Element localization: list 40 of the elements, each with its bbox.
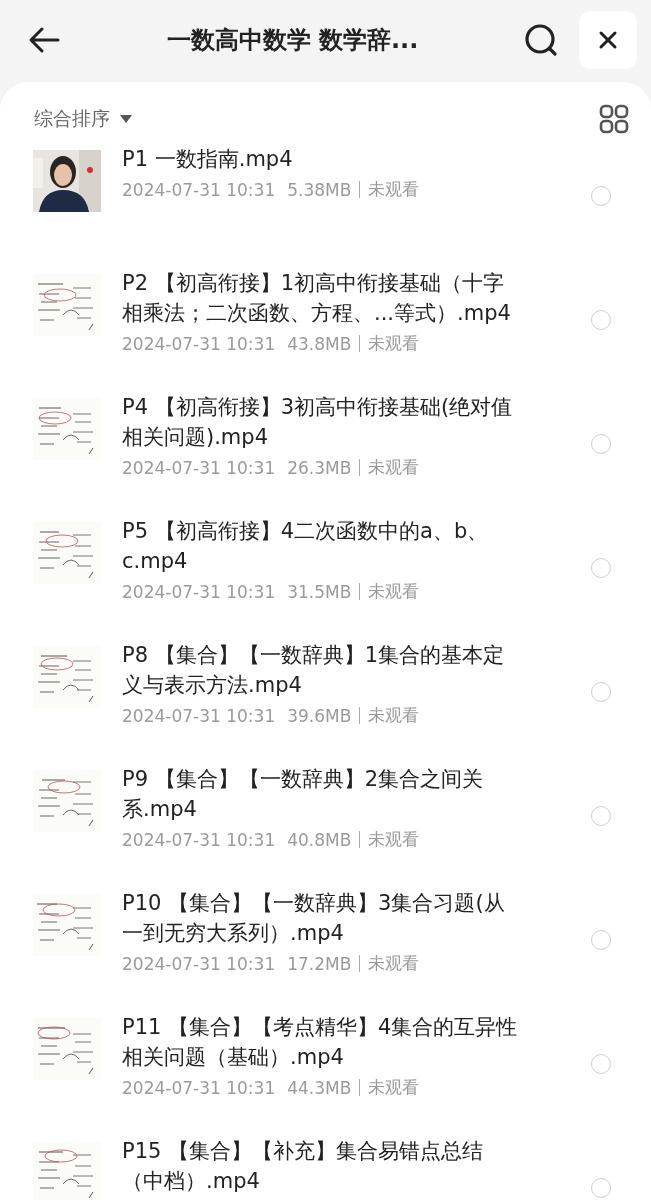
watch-status: 未观看 xyxy=(368,704,420,727)
file-date: 2024-07-31 10:31 xyxy=(122,457,276,478)
file-size: 40.8MB xyxy=(287,829,352,850)
watch-status: 未观看 xyxy=(368,828,420,851)
file-name[interactable]: P4 【初高衔接】3初高中衔接基础(绝对值相关问题).mp4 xyxy=(122,392,522,452)
file-name[interactable]: P8 【集合】【一数辞典】1集合的基本定义与表示方法.mp4 xyxy=(122,640,522,700)
caret-icon xyxy=(120,115,132,123)
file-size: 39.6MB xyxy=(287,705,352,726)
file-name[interactable]: P15 【集合】【补充】集合易错点总结（中档）.mp4 xyxy=(122,1136,522,1196)
watch-status: 未观看 xyxy=(368,952,420,975)
file-date: 2024-07-31 10:31 xyxy=(122,1077,276,1098)
file-name[interactable]: P11 【集合】【考点精华】4集合的互异性相关问题（基础）.mp4 xyxy=(122,1012,522,1072)
file-name[interactable]: P1 一数指南.mp4 xyxy=(122,144,522,174)
sort-dropdown[interactable]: 综合排序 xyxy=(34,106,132,132)
file-name[interactable]: P10 【集合】【一数辞典】3集合习题(从一到无穷大系列）.mp4 xyxy=(122,888,522,948)
watch-status: 未观看 xyxy=(368,580,420,603)
file-date: 2024-07-31 10:31 xyxy=(122,705,276,726)
file-date: 2024-07-31 10:31 xyxy=(122,829,276,850)
close-button[interactable] xyxy=(579,11,637,69)
page-title: 一数高中数学 数学辞... xyxy=(165,25,420,56)
close-icon xyxy=(598,30,618,50)
grid-view-icon[interactable] xyxy=(599,104,629,134)
watch-status: 未观看 xyxy=(368,178,420,201)
file-size: 44.3MB xyxy=(287,1077,352,1098)
watch-status: 未观看 xyxy=(368,456,420,479)
file-size: 17.2MB xyxy=(287,953,352,974)
file-size: 26.3MB xyxy=(287,457,352,478)
file-size: 43.8MB xyxy=(287,333,352,354)
file-date: 2024-07-31 10:31 xyxy=(122,581,276,602)
file-name[interactable]: P9 【集合】【一数辞典】2集合之间关系.mp4 xyxy=(122,764,522,824)
file-size: 31.5MB xyxy=(287,581,352,602)
watch-status: 未观看 xyxy=(368,332,420,355)
file-name[interactable]: P2 【初高衔接】1初高中衔接基础（十字相乘法；二次函数、方程、...等式）.mp4 xyxy=(122,268,522,328)
file-size: 5.38MB xyxy=(287,179,352,200)
file-date: 2024-07-31 10:31 xyxy=(122,179,276,200)
file-name[interactable]: P5 【初高衔接】4二次函数中的a、b、c.mp4 xyxy=(122,516,522,576)
file-date: 2024-07-31 10:31 xyxy=(122,953,276,974)
file-date: 2024-07-31 10:31 xyxy=(122,333,276,354)
search-icon[interactable] xyxy=(523,22,559,58)
watch-status: 未观看 xyxy=(368,1076,420,1099)
